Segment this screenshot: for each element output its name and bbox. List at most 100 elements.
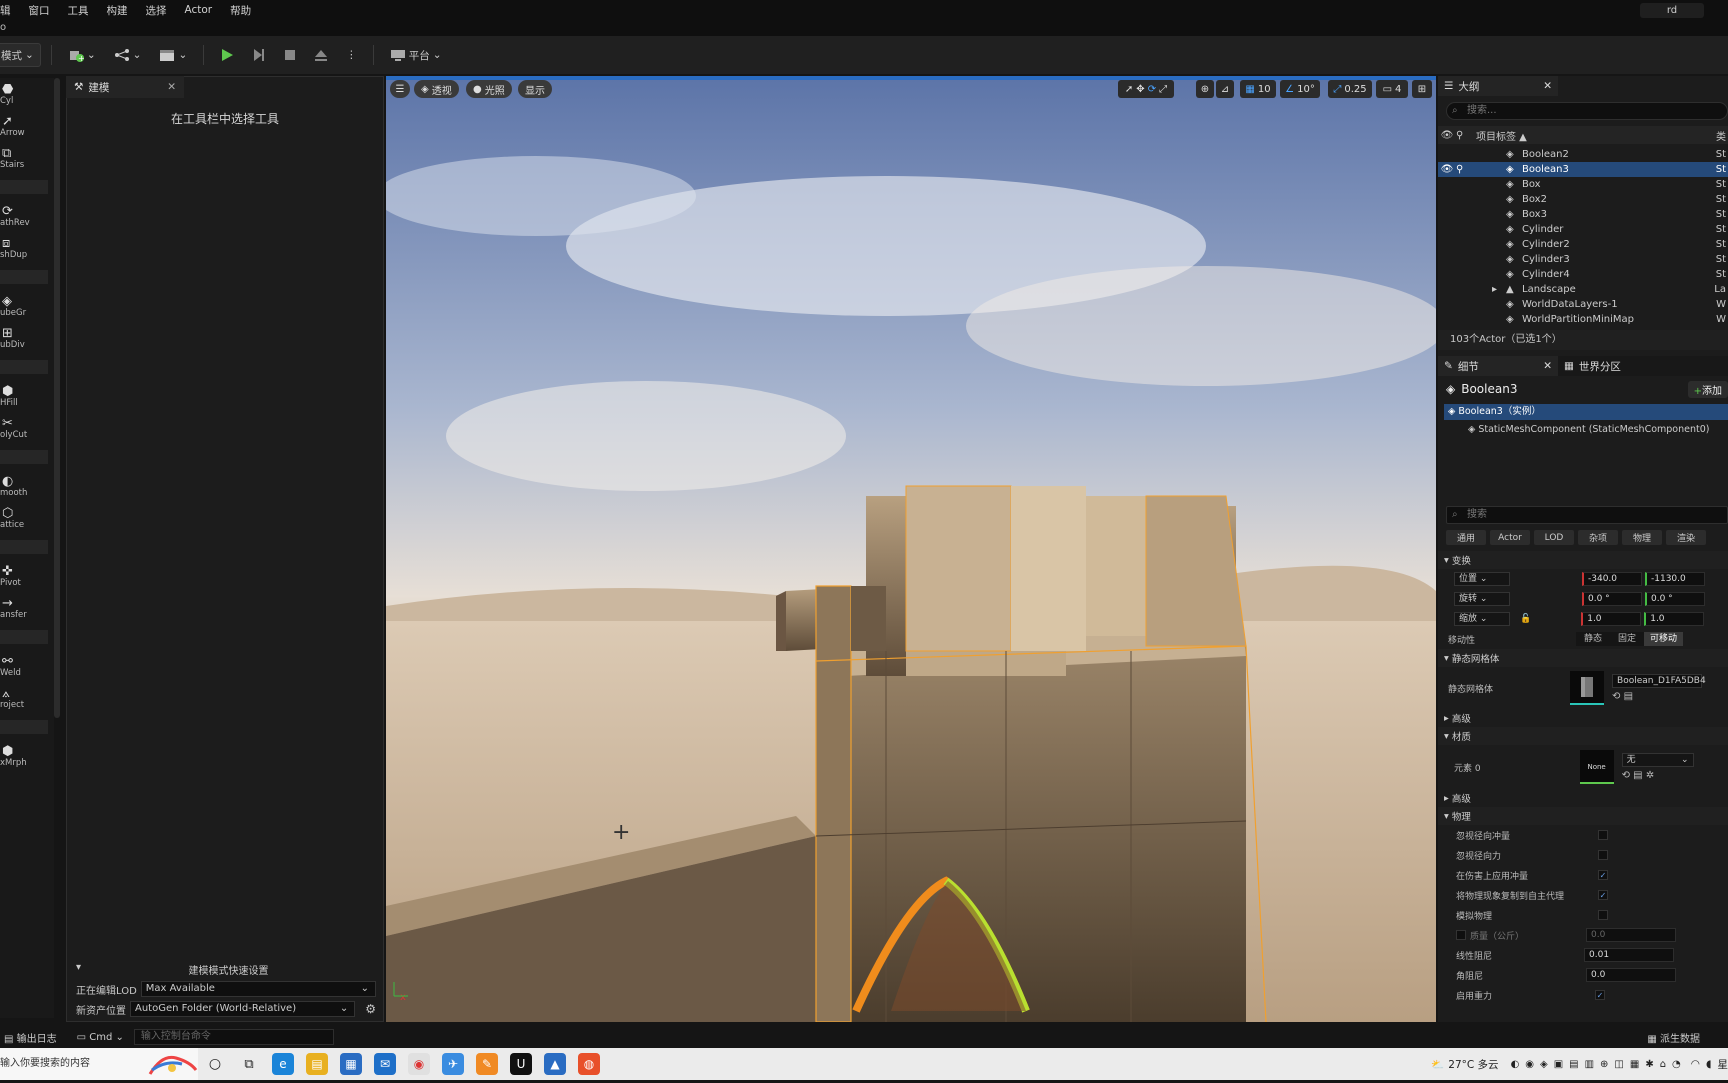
maximize-viewport-button[interactable]: ⊞ bbox=[1412, 80, 1432, 98]
details-tab[interactable]: ✎ 细节 ✕ bbox=[1438, 356, 1558, 376]
tool-button[interactable]: ⧈shDup bbox=[0, 232, 50, 264]
mass-field[interactable]: 0.0 bbox=[1586, 928, 1676, 942]
modeling-tab[interactable]: ⚒ 建模 ✕ bbox=[66, 76, 184, 98]
materials-section[interactable]: ▾ 材质 bbox=[1438, 727, 1728, 745]
blueprint-button[interactable]: ⌄ bbox=[108, 43, 148, 67]
folder-icon[interactable]: ▤ bbox=[1633, 770, 1642, 781]
weather-text[interactable]: 27°C 多云 bbox=[1448, 1057, 1498, 1072]
file-explorer-icon[interactable]: ▤ bbox=[306, 1053, 328, 1075]
perspective-button[interactable]: ◈透视 bbox=[414, 80, 459, 98]
location-y-field[interactable]: -1130.0 bbox=[1645, 572, 1705, 586]
console-input[interactable]: 输入控制台命令 bbox=[134, 1029, 334, 1045]
outliner-row[interactable]: ▸▲LandscapeLa bbox=[1438, 282, 1728, 297]
outliner-row[interactable]: 👁⚲◈Boolean3St bbox=[1438, 162, 1728, 177]
column-label[interactable]: 项目标签 ▲ bbox=[1476, 128, 1527, 143]
mesh-thumbnail[interactable] bbox=[1570, 671, 1604, 705]
surface-snap-button[interactable]: ⊿ bbox=[1216, 80, 1234, 98]
menu-window[interactable]: 窗口 bbox=[20, 3, 59, 18]
app-icon[interactable]: ◍ bbox=[578, 1053, 600, 1075]
add-actor-button[interactable]: + ⌄ bbox=[62, 43, 102, 67]
scale-dropdown[interactable]: 缩放 ⌄ bbox=[1454, 612, 1510, 626]
outliner-row[interactable]: ◈WorldPartitionMiniMapW bbox=[1438, 312, 1728, 327]
play-button[interactable] bbox=[214, 43, 240, 67]
level-viewport[interactable]: x bbox=[386, 76, 1436, 1022]
tool-button[interactable]: ⟳athRev bbox=[0, 200, 50, 232]
menu-edit[interactable]: 辑 bbox=[0, 3, 20, 18]
physics-checkbox[interactable] bbox=[1598, 910, 1608, 920]
lock-icon[interactable]: 🔓 bbox=[1520, 614, 1531, 624]
level-tab[interactable]: o bbox=[0, 20, 1728, 36]
cinematics-button[interactable]: ⌄ bbox=[153, 43, 193, 67]
pin-icon[interactable]: ⚲ bbox=[1456, 164, 1470, 175]
outliner-row[interactable]: ◈Cylinder4St bbox=[1438, 267, 1728, 282]
edge-icon[interactable]: e bbox=[272, 1053, 294, 1075]
location-dropdown[interactable]: 位置 ⌄ bbox=[1454, 572, 1510, 586]
advanced-1[interactable]: ▸ 高级 bbox=[1438, 709, 1728, 727]
browse-icon[interactable]: ⟲ bbox=[1622, 770, 1630, 781]
close-icon[interactable]: ✕ bbox=[167, 81, 176, 93]
column-type[interactable]: 类 bbox=[1716, 128, 1726, 143]
select-icon[interactable]: ➚ bbox=[1125, 84, 1133, 95]
store-icon[interactable]: ▦ bbox=[340, 1053, 362, 1075]
tool-button[interactable]: ⟑roject bbox=[0, 682, 50, 714]
static-mesh-section[interactable]: ▾ 静态网格体 bbox=[1438, 649, 1728, 667]
feishu-icon[interactable]: ✈ bbox=[442, 1053, 464, 1075]
outliner-row[interactable]: ◈Cylinder3St bbox=[1438, 252, 1728, 267]
step-button[interactable] bbox=[246, 43, 272, 67]
scale-y-field[interactable]: 1.0 bbox=[1644, 612, 1704, 626]
photos-icon[interactable]: ▲ bbox=[544, 1053, 566, 1075]
angular-damping-field[interactable]: 0.0 bbox=[1586, 968, 1676, 982]
close-icon[interactable]: ✕ bbox=[1543, 360, 1552, 372]
eye-icon[interactable]: 👁 bbox=[1438, 130, 1456, 141]
material-thumbnail[interactable]: None bbox=[1580, 750, 1614, 784]
task-view-icon[interactable]: ⧉ bbox=[238, 1053, 260, 1075]
tool-button[interactable]: ⬣Cyl bbox=[0, 78, 50, 110]
mail-icon[interactable]: ✉ bbox=[374, 1053, 396, 1075]
modes-dropdown[interactable]: 模式 ⌄ bbox=[0, 43, 41, 67]
static-mesh-field[interactable]: Boolean_D1FA5DB4 bbox=[1612, 674, 1702, 688]
pin-icon[interactable]: ⚲ bbox=[1456, 130, 1470, 141]
tool-button[interactable]: ⊞ubDiv bbox=[0, 322, 50, 354]
physics-checkbox[interactable] bbox=[1598, 830, 1608, 840]
outliner-row[interactable]: ◈Boolean2St bbox=[1438, 147, 1728, 162]
mobility-movable[interactable]: 可移动 bbox=[1644, 632, 1683, 646]
wifi-icon[interactable]: ◠ bbox=[1691, 1058, 1700, 1070]
chrome-icon[interactable]: ◉ bbox=[408, 1053, 430, 1075]
paint-icon[interactable]: ✎ bbox=[476, 1053, 498, 1075]
asset-location-select[interactable]: AutoGen Folder (World-Relative)⌄ bbox=[130, 1001, 355, 1017]
advanced-2[interactable]: ▸ 高级 bbox=[1438, 789, 1728, 807]
taskbar-search[interactable]: 输入你要搜索的内容 bbox=[0, 1048, 142, 1080]
rotate-icon[interactable]: ⟳ bbox=[1148, 84, 1156, 95]
gravity-checkbox[interactable]: ✓ bbox=[1595, 990, 1605, 1000]
derived-data-button[interactable]: ▦ 派生数据 bbox=[1647, 1030, 1700, 1045]
category-filter-button[interactable]: 物理 bbox=[1622, 530, 1662, 545]
scale-snap-button[interactable]: ⤢0.25 bbox=[1328, 80, 1372, 98]
outliner-row[interactable]: ◈CylinderSt bbox=[1438, 222, 1728, 237]
scale-x-field[interactable]: 1.0 bbox=[1581, 612, 1641, 626]
outliner-tab[interactable]: ☰ 大纲 ✕ bbox=[1438, 76, 1558, 96]
eye-icon[interactable]: 👁 bbox=[1438, 164, 1456, 175]
tool-button[interactable]: ✂olyCut bbox=[0, 412, 50, 444]
tool-button[interactable]: ⬢xMrph bbox=[0, 740, 50, 772]
outliner-row[interactable]: ◈Cylinder2St bbox=[1438, 237, 1728, 252]
tool-button[interactable]: ✜Pivot bbox=[0, 560, 50, 592]
lit-button[interactable]: ●光照 bbox=[466, 80, 512, 98]
world-partition-tab[interactable]: ▦ 世界分区 bbox=[1558, 356, 1621, 376]
outliner-search[interactable]: ⌕ 搜索... bbox=[1446, 102, 1728, 120]
tray-icons[interactable]: ◐◉◈▣▤▥⊕◫▦✱⌂◔ bbox=[1511, 1059, 1687, 1070]
category-filter-button[interactable]: 通用 bbox=[1446, 530, 1486, 545]
details-search[interactable]: ⌕ 搜索 bbox=[1446, 506, 1728, 524]
menu-tools[interactable]: 工具 bbox=[59, 3, 98, 18]
volume-icon[interactable]: ◖ bbox=[1706, 1058, 1712, 1070]
menu-select[interactable]: 选择 bbox=[137, 3, 176, 18]
move-icon[interactable]: ✥ bbox=[1136, 84, 1144, 95]
rotation-snap-button[interactable]: ∠10° bbox=[1280, 80, 1320, 98]
more-options-button[interactable]: ⋮ bbox=[340, 43, 363, 67]
quick-settings-header[interactable]: ▾建模模式快速设置 bbox=[76, 962, 376, 977]
outliner-row[interactable]: ◈BoxSt bbox=[1438, 177, 1728, 192]
viewport-menu-button[interactable]: ☰ bbox=[390, 80, 410, 98]
add-component-button[interactable]: +添加 bbox=[1688, 381, 1728, 398]
rotation-dropdown[interactable]: 旋转 ⌄ bbox=[1454, 592, 1510, 606]
platforms-dropdown[interactable]: 平台 ⌄ bbox=[384, 43, 448, 67]
instance-row[interactable]: ◈ Boolean3（实例） bbox=[1444, 404, 1728, 420]
